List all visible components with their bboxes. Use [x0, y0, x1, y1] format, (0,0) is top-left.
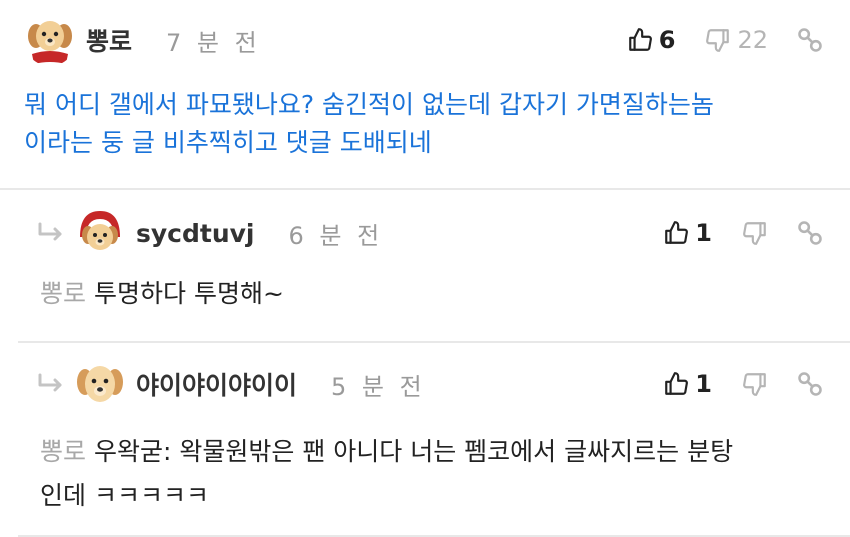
mention-tag[interactable]: 뽕로: [40, 437, 86, 466]
downvote-count: 22: [737, 26, 768, 54]
reply-item: 야이야이야이이 5 분 전 1 뽕로 우왁굳: 왁물원밖은 팬 아니다 너는 펨…: [18, 343, 850, 535]
downvote-button[interactable]: [742, 371, 768, 397]
upvote-button[interactable]: 1: [663, 219, 712, 247]
comment-item: 뽕로 7 분 전 6 22 뭐 어디 갤에서 파묘됐나요? 숨긴적이 없는데 갑…: [0, 0, 850, 188]
share-link-button[interactable]: [796, 370, 824, 398]
comment-text-line: 뭐 어디 갤에서 파묘됐나요? 숨긴적이 없는데 갑자기 가면질하는놈: [24, 90, 714, 119]
nickname[interactable]: sycdtuvj: [136, 219, 255, 248]
comment-text: 우왁굳: 왁물원밖은 팬 아니다 너는 펨코에서 글싸지르는 분탕: [94, 437, 734, 466]
thumbs-up-icon: [665, 221, 689, 244]
link-icon: [798, 372, 822, 396]
downvote-button[interactable]: [742, 220, 768, 246]
reply-item: sycdtuvj 6 분 전 1 뽕로 투명하다 투명해~: [18, 190, 850, 341]
thumbs-up-icon: [665, 372, 689, 395]
comment-text: 투명하다 투명해~: [94, 279, 284, 308]
upvote-count: 1: [695, 219, 712, 247]
comment-text-line: 인데 ㅋㅋㅋㅋㅋ: [40, 481, 209, 510]
reply-arrow-icon: [34, 370, 68, 398]
timestamp: 5 분 전: [331, 372, 426, 401]
comment-header: sycdtuvj 6 분 전 1: [18, 206, 850, 260]
comment-header: 야이야이야이이 5 분 전 1: [18, 357, 850, 411]
comment-actions: 6 22: [627, 13, 824, 67]
timestamp: 7 분 전: [166, 28, 261, 57]
reply-arrow-icon: [34, 219, 68, 247]
link-icon: [798, 221, 822, 245]
comment-actions: 1: [663, 357, 824, 411]
thumbs-down-icon: [706, 29, 730, 52]
comment-actions: 1: [663, 206, 824, 260]
comment-body: 뭐 어디 갤에서 파묘됐나요? 숨긴적이 없는데 갑자기 가면질하는놈 이라는 …: [24, 86, 824, 162]
upvote-button[interactable]: 1: [663, 370, 712, 398]
mention-tag[interactable]: 뽕로: [40, 279, 86, 308]
nickname[interactable]: 뽕로: [86, 22, 132, 58]
puppy-red-scarf-avatar[interactable]: [24, 14, 76, 66]
upvote-button[interactable]: 6: [627, 26, 676, 54]
comment-header: 뽕로 7 분 전 6 22: [0, 13, 850, 67]
comment-body: 뽕로 우왁굳: 왁물원밖은 팬 아니다 너는 펨코에서 글싸지르는 분탕 인데 ㅋ…: [40, 430, 840, 518]
upvote-count: 6: [658, 26, 676, 54]
thumbs-down-icon: [743, 222, 766, 245]
thumbs-down-icon: [743, 373, 766, 396]
comment-text-line: 뽕로 우왁굳: 왁물원밖은 팬 아니다 너는 펨코에서 글싸지르는 분탕: [40, 430, 840, 474]
puppy-red-hood-avatar[interactable]: [74, 207, 126, 259]
share-link-button[interactable]: [796, 219, 824, 247]
nickname[interactable]: 야이야이야이이: [136, 366, 297, 402]
timestamp: 6 분 전: [288, 221, 384, 250]
upvote-count: 1: [695, 370, 712, 398]
comment-body: 뽕로 투명하다 투명해~: [40, 275, 840, 313]
comment-text-line: 이라는 둥 글 비추찍히고 댓글 도배되네: [24, 128, 432, 157]
link-icon: [798, 28, 822, 52]
thumbs-up-icon: [628, 28, 652, 51]
share-link-button[interactable]: [796, 26, 824, 54]
puppy-avatar[interactable]: [74, 358, 126, 410]
downvote-button[interactable]: 22: [705, 26, 768, 54]
